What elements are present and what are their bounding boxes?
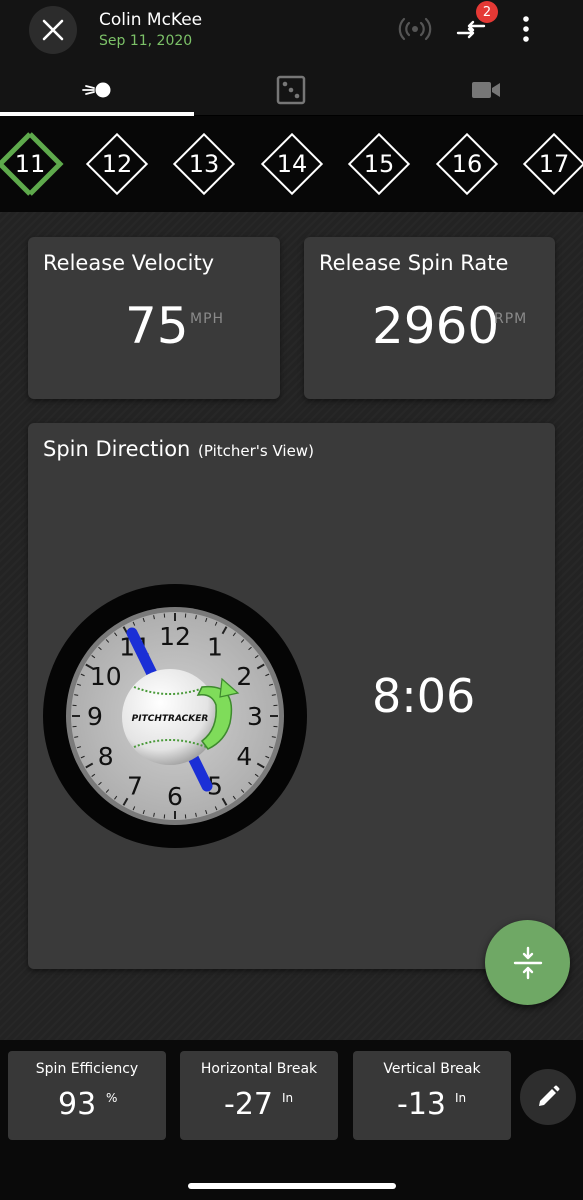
clock-number: 6 [167, 782, 183, 811]
pitch-item-14[interactable]: 14 [256, 128, 328, 200]
pitch-item-13[interactable]: 13 [168, 128, 240, 200]
more-vertical-icon[interactable] [516, 12, 536, 46]
pitch-number: 17 [538, 150, 570, 178]
spin-rate-value: 2960 [372, 297, 500, 355]
user-name: Colin McKee [99, 10, 203, 30]
stat-value: 93 [58, 1087, 97, 1122]
clock-number: 2 [236, 662, 252, 691]
stat-unit: % [106, 1091, 118, 1105]
clock-number: 12 [159, 622, 191, 651]
clock-number: 9 [87, 702, 103, 731]
pitch-number: 14 [276, 150, 308, 178]
clock-number: 3 [247, 702, 263, 731]
stat-value: -13 [397, 1087, 446, 1122]
pitch-number: 16 [451, 150, 483, 178]
stat-unit: In [455, 1091, 467, 1105]
spin-rate-unit: RPM [494, 311, 528, 327]
pitch-number: 13 [188, 150, 220, 178]
pitch-item-12[interactable]: 12 [81, 128, 153, 200]
pitch-item-11[interactable]: 11 [0, 128, 66, 200]
pitch-selector-strip: 11 12 13 14 15 16 17 [0, 116, 583, 212]
pitch-number: 15 [363, 150, 395, 178]
close-icon [42, 19, 64, 41]
pitch-number: 12 [101, 150, 133, 178]
pitch-item-16[interactable]: 16 [431, 128, 503, 200]
stat-label: Vertical Break [383, 1061, 481, 1077]
velocity-value: 75 [125, 297, 189, 355]
spin-direction-value: 8:06 [372, 669, 476, 723]
stat-unit: In [282, 1091, 294, 1105]
compare-fab-button[interactable] [485, 920, 570, 1005]
tab-video[interactable] [389, 66, 583, 114]
vertical-break-stat: Vertical Break -13 In [353, 1051, 511, 1140]
app-header: Colin McKee Sep 11, 2020 2 [0, 0, 583, 116]
clock-number: 1 [207, 633, 223, 662]
card-title: Spin Direction [43, 437, 191, 461]
clock-number: 7 [127, 771, 143, 800]
session-date: Sep 11, 2020 [99, 33, 193, 49]
vertical-split-icon [513, 946, 542, 979]
release-velocity-card: Release Velocity 75 MPH [28, 237, 280, 399]
pitch-number: 11 [14, 150, 46, 178]
spin-direction-clock: 121234567891011 PITCHTRACKER [43, 584, 307, 848]
dice-icon [276, 75, 306, 105]
pitch-item-17[interactable]: 17 [518, 128, 583, 200]
clock-number: 8 [98, 742, 114, 771]
video-camera-icon [472, 82, 500, 98]
notification-badge: 2 [476, 1, 498, 23]
edit-button[interactable] [520, 1069, 576, 1125]
pencil-icon [539, 1085, 560, 1106]
clock-number: 10 [90, 662, 122, 691]
stat-value: -27 [224, 1087, 273, 1122]
close-button[interactable] [29, 6, 77, 54]
baseball-motion-icon [82, 82, 111, 98]
horizontal-break-stat: Horizontal Break -27 In [180, 1051, 338, 1140]
ball-logo: PITCHTRACKER [132, 714, 209, 724]
card-title: Release Velocity [43, 251, 215, 275]
spin-efficiency-stat: Spin Efficiency 93 % [8, 1051, 166, 1140]
tab-strike-zone[interactable] [194, 66, 388, 114]
stat-label: Spin Efficiency [35, 1061, 139, 1077]
spin-direction-card: Spin Direction (Pitcher's View) 12 1 2 3 4 5 6… [28, 423, 555, 969]
clock-number: 4 [236, 742, 252, 771]
broadcast-icon[interactable] [398, 14, 432, 44]
pitch-item-15[interactable]: 15 [343, 128, 415, 200]
stat-label: Horizontal Break [200, 1061, 318, 1077]
tab-pitch-data[interactable] [0, 66, 194, 114]
release-spin-rate-card: Release Spin Rate 2960 RPM [304, 237, 555, 399]
home-indicator[interactable] [188, 1183, 396, 1189]
card-subtitle: (Pitcher's View) [198, 442, 314, 460]
card-title: Release Spin Rate [319, 251, 509, 275]
velocity-unit: MPH [190, 311, 225, 327]
